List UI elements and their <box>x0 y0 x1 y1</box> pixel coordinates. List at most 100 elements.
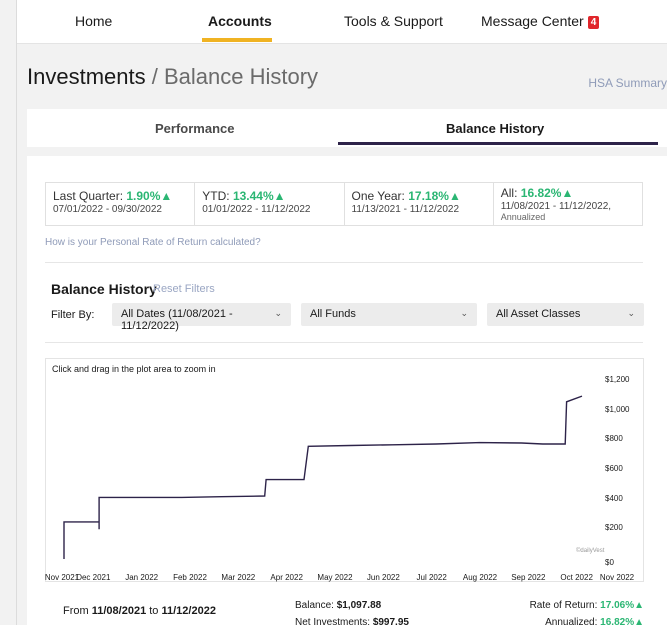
balance-summary: Balance: $1,097.88 Net Investments: $997… <box>295 597 409 625</box>
title-separator: / <box>151 64 158 89</box>
chevron-down-icon: ⌄ <box>627 308 635 318</box>
main-panel: Last Quarter: 1.90%▲ 07/01/2022 - 09/30/… <box>27 156 667 625</box>
up-arrow-icon: ▲ <box>634 617 644 625</box>
chevron-down-icon: ⌄ <box>460 308 468 318</box>
x-tick-label: Dec 2021 <box>76 573 111 582</box>
x-tick-label: Nov 2021 <box>44 573 80 582</box>
x-tick-label: Apr 2022 <box>270 573 303 582</box>
balance-line <box>63 395 583 559</box>
return-label-row: All: 16.82%▲ <box>501 186 642 200</box>
annualized-label: Annualized: <box>545 617 598 625</box>
calc-explanation-link[interactable]: How is your Personal Rate of Return calc… <box>45 237 261 248</box>
net-investments-label: Net Investments: <box>295 617 371 625</box>
return-range: 07/01/2022 - 09/30/2022 <box>53 204 162 215</box>
return-value: 16.82% <box>520 186 562 200</box>
x-tick-label: Oct 2022 <box>560 573 593 582</box>
return-one-year: One Year: 17.18%▲ 11/13/2021 - 11/12/202… <box>345 183 494 225</box>
active-tab-indicator <box>338 142 658 145</box>
return-value: 17.18% <box>408 189 449 203</box>
chart-credit: ©dailyVest <box>576 547 605 554</box>
y-tick-label: $0 <box>605 558 614 567</box>
period-range: From 11/08/2021 to 11/12/2022 <box>63 605 216 617</box>
return-label: Last Quarter: <box>53 189 124 203</box>
to-date: 11/12/2022 <box>161 605 216 617</box>
return-range: 11/08/2021 - 11/12/2022, <box>500 201 612 212</box>
chevron-down-icon: ⌄ <box>274 308 282 318</box>
y-tick-label: $800 <box>605 434 623 444</box>
return-label: YTD: <box>202 189 230 203</box>
page-title: Investments / Balance History <box>27 64 318 90</box>
balance-label: Balance: <box>295 600 334 611</box>
date-filter-select[interactable]: All Dates (11/08/2021 - 11/12/2022) ⌄ <box>112 303 291 332</box>
rate-of-return-row: Rate of Return: 17.06%▲ <box>530 597 644 614</box>
tab-balance-history[interactable]: Balance History <box>446 121 544 136</box>
page-title-sub: Balance History <box>163 64 319 89</box>
tab-bar: Performance Balance History <box>27 109 667 147</box>
chart-plot-area[interactable]: ©dailyVest <box>46 359 643 581</box>
x-tick-label: May 2022 <box>317 573 353 582</box>
up-arrow-icon: ▲ <box>273 189 286 203</box>
tab-performance[interactable]: Performance <box>155 121 234 136</box>
divider <box>45 262 643 263</box>
return-all: All: 16.82%▲ 11/08/2021 - 11/12/2022, An… <box>494 183 642 225</box>
annualized-value: 16.82% <box>600 617 635 625</box>
divider <box>45 342 643 343</box>
nav-message-center[interactable]: Message Center 4 <box>481 13 600 29</box>
return-value: 13.44% <box>232 189 274 203</box>
asset-class-filter-select[interactable]: All Asset Classes ⌄ <box>487 303 644 326</box>
y-tick-label: $200 <box>605 523 623 533</box>
x-tick-label: Aug 2022 <box>462 573 498 582</box>
y-tick-label: $600 <box>605 464 623 473</box>
fund-filter-select[interactable]: All Funds ⌄ <box>301 303 477 326</box>
return-label-row: One Year: 17.18%▲ <box>352 189 493 203</box>
from-label: From <box>63 605 89 617</box>
x-tick-label: Feb 2022 <box>173 573 207 582</box>
x-tick-label: Jan 2022 <box>125 573 159 582</box>
message-count-badge: 4 <box>587 16 600 29</box>
page-title-main: Investments <box>27 64 146 89</box>
up-arrow-icon: ▲ <box>160 189 173 203</box>
balance-value: $1,097.88 <box>336 600 382 611</box>
from-date: 11/08/2021 <box>91 605 147 617</box>
balance-row: Balance: $1,097.88 <box>295 597 409 614</box>
return-range: 01/01/2022 - 11/12/2022 <box>202 204 311 215</box>
nav-accounts[interactable]: Accounts <box>208 13 272 29</box>
to-label: to <box>149 605 159 617</box>
x-tick-label: Nov 2022 <box>599 573 635 582</box>
return-label-row: Last Quarter: 1.90%▲ <box>53 189 194 203</box>
period-summary: From 11/08/2021 to 11/12/2022 Balance: $… <box>27 592 667 625</box>
page-frame: Home Accounts Tools & Support Message Ce… <box>16 0 667 625</box>
annualized-row: Annualized: 16.82%▲ <box>530 614 644 625</box>
up-arrow-icon: ▲ <box>634 600 644 611</box>
return-value: 1.90% <box>126 189 161 203</box>
asset-class-filter-value: All Asset Classes <box>496 308 581 320</box>
y-tick-label: $1,000 <box>605 404 630 414</box>
balance-chart[interactable]: Click and drag in the plot area to zoom … <box>45 358 644 582</box>
fund-filter-value: All Funds <box>310 308 356 320</box>
nav-home[interactable]: Home <box>75 13 112 29</box>
return-label: One Year: <box>351 189 405 203</box>
chart-x-axis: Nov 2021 Dec 2021 Jan 2022 Feb 2022 Mar 2022… <box>45 573 645 585</box>
net-investments-row: Net Investments: $997.95 <box>295 614 409 625</box>
up-arrow-icon: ▲ <box>561 186 574 200</box>
net-investments-value: $997.95 <box>372 617 409 625</box>
return-label: All: <box>500 186 518 200</box>
nav-message-center-label: Message Center <box>481 13 584 29</box>
active-nav-indicator <box>202 38 272 42</box>
nav-tools-support[interactable]: Tools & Support <box>344 13 443 29</box>
return-summary: Rate of Return: 17.06%▲ Annualized: 16.8… <box>530 597 644 625</box>
y-tick-label: $400 <box>605 493 623 503</box>
return-label-row: YTD: 13.44%▲ <box>202 189 343 203</box>
return-last-quarter: Last Quarter: 1.90%▲ 07/01/2022 - 09/30/… <box>46 183 196 225</box>
y-tick-label: $1,200 <box>605 375 630 384</box>
date-filter-value: All Dates (11/08/2021 - 11/12/2022) <box>121 308 233 332</box>
top-nav: Home Accounts Tools & Support Message Ce… <box>17 0 667 44</box>
hsa-summary-link[interactable]: HSA Summary <box>588 76 667 90</box>
x-tick-label: Jun 2022 <box>366 573 400 582</box>
reset-filters-link[interactable]: Reset Filters <box>153 283 215 295</box>
balance-history-title: Balance History <box>51 281 157 297</box>
rate-of-return-label: Rate of Return: <box>529 600 598 611</box>
returns-summary: Last Quarter: 1.90%▲ 07/01/2022 - 09/30/… <box>45 182 643 226</box>
return-range: 11/13/2021 - 11/12/2022 <box>351 204 460 215</box>
x-tick-label: Sep 2022 <box>511 573 546 582</box>
